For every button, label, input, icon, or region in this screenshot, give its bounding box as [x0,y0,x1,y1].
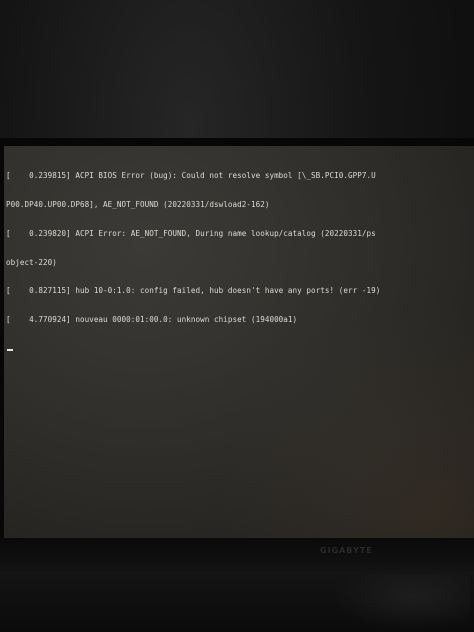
boot-console: [ 0.239815] ACPI BIOS Error (bug): Could… [6,152,472,370]
console-line: object-220) [6,257,57,267]
console-line: [ 0.827115] hub 10-0:1.0: config failed,… [6,286,381,296]
text-cursor [7,348,13,351]
monitor-chin [0,538,474,570]
desk-reflection [330,574,470,632]
console-line: [ 4.770924] nouveau 0000:01:00.0: unknow… [6,315,298,325]
console-line: P00.DP40.UP00.DP68], AE_NOT_FOUND (20220… [6,199,270,209]
monitor-screen: [ 0.239815] ACPI BIOS Error (bug): Could… [4,146,474,538]
brand-logo: GIGABYTE [320,546,373,555]
console-line: [ 0.239820] ACPI Error: AE_NOT_FOUND, Du… [6,228,376,238]
photo-scene: [ 0.239815] ACPI BIOS Error (bug): Could… [0,0,474,632]
console-line: [ 0.239815] ACPI BIOS Error (bug): Could… [6,171,376,181]
